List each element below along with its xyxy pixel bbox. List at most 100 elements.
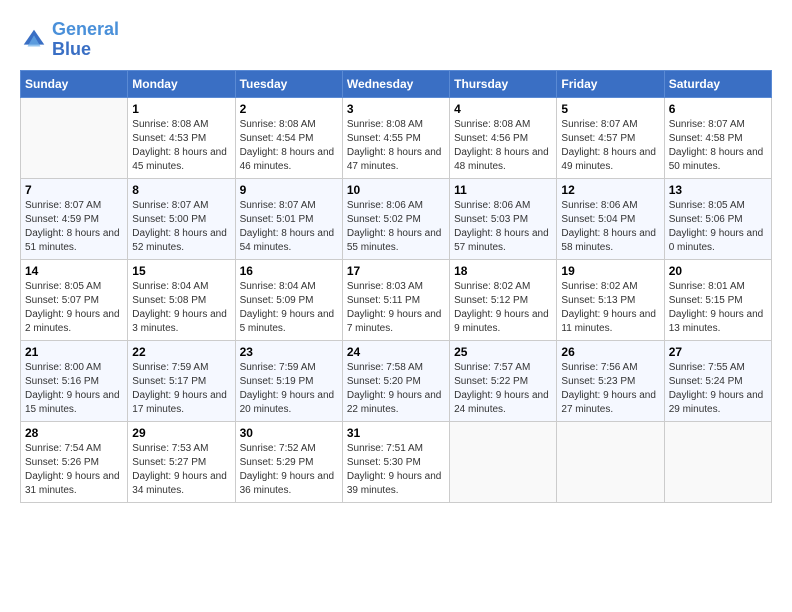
calendar-cell: 17 Sunrise: 8:03 AMSunset: 5:11 PMDayligh… xyxy=(342,259,449,340)
day-number: 22 xyxy=(132,345,230,359)
calendar-cell xyxy=(664,421,771,502)
calendar-cell: 13 Sunrise: 8:05 AMSunset: 5:06 PMDayligh… xyxy=(664,178,771,259)
calendar-cell: 23Sunrise: 7:59 AMSunset: 5:19 PMDayligh… xyxy=(235,340,342,421)
day-number: 5 xyxy=(561,102,659,116)
day-info: Sunrise: 8:06 AMSunset: 5:02 PMDaylight:… xyxy=(347,199,445,255)
day-info: Sunrise: 7:55 AMSunset: 5:24 PMDaylight:… xyxy=(669,361,767,417)
day-info: Sunrise: 8:05 AMSunset: 5:07 PMDaylight:… xyxy=(25,280,123,336)
day-number: 10 xyxy=(347,183,445,197)
day-number: 13 xyxy=(669,183,767,197)
day-number: 27 xyxy=(669,345,767,359)
calendar-cell: 4 Sunrise: 8:08 AMSunset: 4:56 PMDaylight… xyxy=(450,97,557,178)
calendar-cell: 31Sunrise: 7:51 AMSunset: 5:30 PMDayligh… xyxy=(342,421,449,502)
weekday-header-row: SundayMondayTuesdayWednesdayThursdayFrid… xyxy=(21,70,772,97)
calendar-cell: 22 Sunrise: 7:59 AMSunset: 5:17 PMDayligh… xyxy=(128,340,235,421)
day-number: 26 xyxy=(561,345,659,359)
calendar-week-row: 28Sunrise: 7:54 AMSunset: 5:26 PMDayligh… xyxy=(21,421,772,502)
calendar-cell: 11 Sunrise: 8:06 AMSunset: 5:03 PMDayligh… xyxy=(450,178,557,259)
calendar-cell: 25 Sunrise: 7:57 AMSunset: 5:22 PMDayligh… xyxy=(450,340,557,421)
day-number: 11 xyxy=(454,183,552,197)
day-number: 15 xyxy=(132,264,230,278)
day-info: Sunrise: 8:07 AMSunset: 4:58 PMDaylight:… xyxy=(669,118,767,174)
weekday-header: Sunday xyxy=(21,70,128,97)
day-number: 3 xyxy=(347,102,445,116)
calendar-cell: 29Sunrise: 7:53 AMSunset: 5:27 PMDayligh… xyxy=(128,421,235,502)
calendar-cell: 30 Sunrise: 7:52 AMSunset: 5:29 PMDayligh… xyxy=(235,421,342,502)
day-number: 4 xyxy=(454,102,552,116)
day-info: Sunrise: 8:06 AMSunset: 5:04 PMDaylight:… xyxy=(561,199,659,255)
calendar-cell xyxy=(557,421,664,502)
day-number: 12 xyxy=(561,183,659,197)
calendar-cell: 28Sunrise: 7:54 AMSunset: 5:26 PMDayligh… xyxy=(21,421,128,502)
calendar-week-row: 7 Sunrise: 8:07 AMSunset: 4:59 PMDaylight… xyxy=(21,178,772,259)
day-info: Sunrise: 7:58 AMSunset: 5:20 PMDaylight:… xyxy=(347,361,445,417)
calendar-cell: 21 Sunrise: 8:00 AMSunset: 5:16 PMDayligh… xyxy=(21,340,128,421)
calendar-cell: 24Sunrise: 7:58 AMSunset: 5:20 PMDayligh… xyxy=(342,340,449,421)
calendar-cell: 5 Sunrise: 8:07 AMSunset: 4:57 PMDaylight… xyxy=(557,97,664,178)
calendar-cell: 18 Sunrise: 8:02 AMSunset: 5:12 PMDayligh… xyxy=(450,259,557,340)
day-number: 17 xyxy=(347,264,445,278)
day-number: 23 xyxy=(240,345,338,359)
logo: General Blue xyxy=(20,20,119,60)
page-header: General Blue xyxy=(20,20,772,60)
weekday-header: Friday xyxy=(557,70,664,97)
calendar-table: SundayMondayTuesdayWednesdayThursdayFrid… xyxy=(20,70,772,503)
calendar-cell: 3Sunrise: 8:08 AMSunset: 4:55 PMDaylight… xyxy=(342,97,449,178)
day-info: Sunrise: 8:06 AMSunset: 5:03 PMDaylight:… xyxy=(454,199,552,255)
day-number: 8 xyxy=(132,183,230,197)
day-number: 14 xyxy=(25,264,123,278)
logo-text: General Blue xyxy=(52,20,119,60)
calendar-cell: 1Sunrise: 8:08 AMSunset: 4:53 PMDaylight… xyxy=(128,97,235,178)
weekday-header: Wednesday xyxy=(342,70,449,97)
calendar-cell: 15 Sunrise: 8:04 AMSunset: 5:08 PMDayligh… xyxy=(128,259,235,340)
day-info: Sunrise: 7:53 AMSunset: 5:27 PMDaylight:… xyxy=(132,442,230,498)
day-info: Sunrise: 7:57 AMSunset: 5:22 PMDaylight:… xyxy=(454,361,552,417)
calendar-cell: 20Sunrise: 8:01 AMSunset: 5:15 PMDayligh… xyxy=(664,259,771,340)
day-number: 16 xyxy=(240,264,338,278)
calendar-cell: 2Sunrise: 8:08 AMSunset: 4:54 PMDaylight… xyxy=(235,97,342,178)
weekday-header: Thursday xyxy=(450,70,557,97)
day-number: 31 xyxy=(347,426,445,440)
day-info: Sunrise: 8:07 AMSunset: 4:57 PMDaylight:… xyxy=(561,118,659,174)
calendar-week-row: 21 Sunrise: 8:00 AMSunset: 5:16 PMDayligh… xyxy=(21,340,772,421)
weekday-header: Tuesday xyxy=(235,70,342,97)
day-number: 18 xyxy=(454,264,552,278)
day-number: 19 xyxy=(561,264,659,278)
day-info: Sunrise: 8:04 AMSunset: 5:08 PMDaylight:… xyxy=(132,280,230,336)
day-info: Sunrise: 7:52 AMSunset: 5:29 PMDaylight:… xyxy=(240,442,338,498)
day-number: 2 xyxy=(240,102,338,116)
day-number: 25 xyxy=(454,345,552,359)
day-info: Sunrise: 8:02 AMSunset: 5:13 PMDaylight:… xyxy=(561,280,659,336)
calendar-cell xyxy=(21,97,128,178)
day-info: Sunrise: 8:00 AMSunset: 5:16 PMDaylight:… xyxy=(25,361,123,417)
day-number: 1 xyxy=(132,102,230,116)
calendar-cell: 9Sunrise: 8:07 AMSunset: 5:01 PMDaylight… xyxy=(235,178,342,259)
day-number: 7 xyxy=(25,183,123,197)
day-info: Sunrise: 8:08 AMSunset: 4:56 PMDaylight:… xyxy=(454,118,552,174)
calendar-week-row: 14 Sunrise: 8:05 AMSunset: 5:07 PMDayligh… xyxy=(21,259,772,340)
logo-icon xyxy=(20,26,48,54)
calendar-cell: 26 Sunrise: 7:56 AMSunset: 5:23 PMDayligh… xyxy=(557,340,664,421)
day-info: Sunrise: 7:59 AMSunset: 5:17 PMDaylight:… xyxy=(132,361,230,417)
calendar-cell: 6 Sunrise: 8:07 AMSunset: 4:58 PMDaylight… xyxy=(664,97,771,178)
calendar-cell: 14 Sunrise: 8:05 AMSunset: 5:07 PMDayligh… xyxy=(21,259,128,340)
calendar-cell: 8 Sunrise: 8:07 AMSunset: 5:00 PMDaylight… xyxy=(128,178,235,259)
day-number: 30 xyxy=(240,426,338,440)
day-info: Sunrise: 8:07 AMSunset: 5:00 PMDaylight:… xyxy=(132,199,230,255)
calendar-cell: 19 Sunrise: 8:02 AMSunset: 5:13 PMDayligh… xyxy=(557,259,664,340)
day-number: 21 xyxy=(25,345,123,359)
day-number: 6 xyxy=(669,102,767,116)
weekday-header: Monday xyxy=(128,70,235,97)
day-number: 20 xyxy=(669,264,767,278)
day-info: Sunrise: 8:05 AMSunset: 5:06 PMDaylight:… xyxy=(669,199,767,255)
day-info: Sunrise: 8:07 AMSunset: 4:59 PMDaylight:… xyxy=(25,199,123,255)
day-info: Sunrise: 8:02 AMSunset: 5:12 PMDaylight:… xyxy=(454,280,552,336)
calendar-cell: 10 Sunrise: 8:06 AMSunset: 5:02 PMDayligh… xyxy=(342,178,449,259)
calendar-cell: 16 Sunrise: 8:04 AMSunset: 5:09 PMDayligh… xyxy=(235,259,342,340)
day-info: Sunrise: 8:07 AMSunset: 5:01 PMDaylight:… xyxy=(240,199,338,255)
day-info: Sunrise: 7:56 AMSunset: 5:23 PMDaylight:… xyxy=(561,361,659,417)
calendar-cell: 12 Sunrise: 8:06 AMSunset: 5:04 PMDayligh… xyxy=(557,178,664,259)
day-info: Sunrise: 8:04 AMSunset: 5:09 PMDaylight:… xyxy=(240,280,338,336)
day-info: Sunrise: 8:03 AMSunset: 5:11 PMDaylight:… xyxy=(347,280,445,336)
calendar-cell xyxy=(450,421,557,502)
